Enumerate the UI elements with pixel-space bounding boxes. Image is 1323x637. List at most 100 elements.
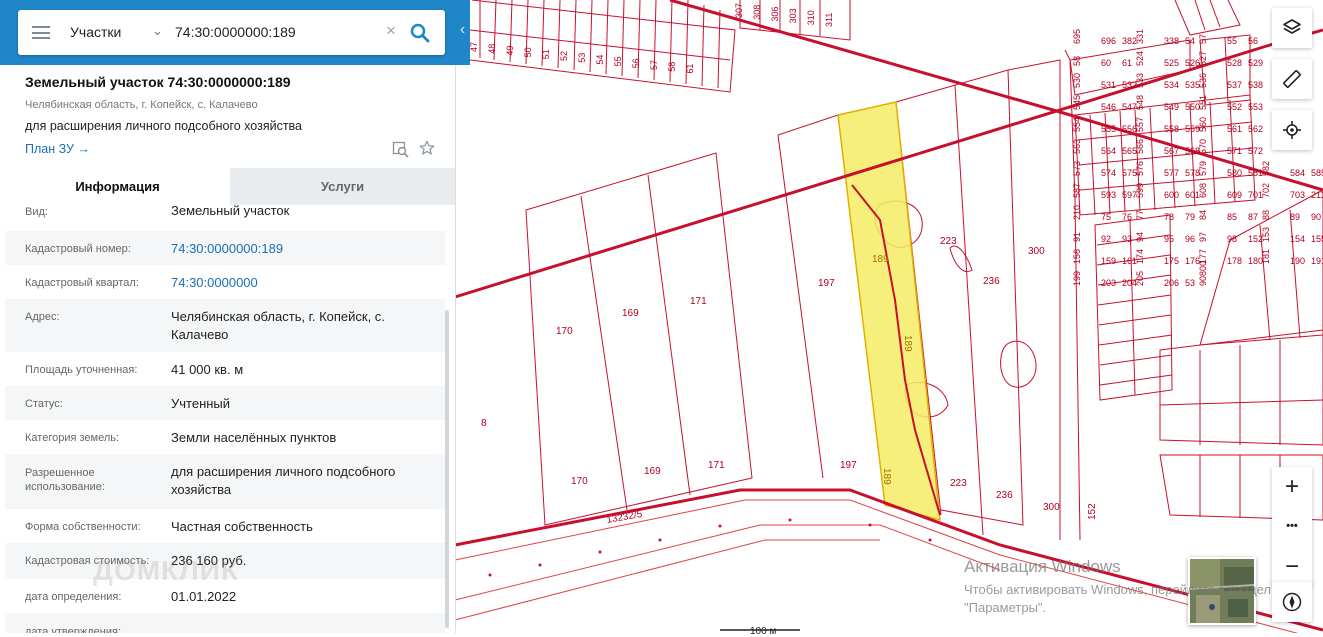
parcel-number: 558: [1164, 124, 1179, 134]
windows-activation-watermark: Активация Windows Чтобы активировать Win…: [964, 557, 1274, 617]
info-row: Статус: Учтенный: [5, 386, 445, 420]
zoom-in-button[interactable]: +: [1272, 467, 1312, 507]
parcel-number: 156: [1072, 249, 1082, 264]
parcel-number: 585: [1311, 168, 1323, 178]
parcel-number: 534: [1164, 80, 1179, 90]
parcel-number: 527: [1198, 51, 1208, 66]
parcel-number: 90: [1311, 212, 1321, 222]
info-row: Площадь уточненная: 41 000 кв. м: [5, 352, 445, 386]
parcel-number: 190: [1290, 256, 1305, 266]
zoom-out-button[interactable]: −: [1272, 547, 1312, 587]
parcel-label: 170: [556, 326, 573, 337]
parcel-number: 57: [1198, 34, 1208, 44]
info-label: Площадь уточненная:: [25, 364, 138, 376]
parcel-number: 153: [1261, 227, 1271, 242]
parcel-number: 181: [1261, 249, 1271, 264]
parcel-number: 154: [1290, 234, 1305, 244]
star-icon[interactable]: [418, 139, 436, 157]
parcel-number: 574: [1101, 168, 1116, 178]
parcel-number: 557: [1135, 117, 1145, 132]
parcel-use: для расширения личного подсобного хозяйс…: [25, 119, 303, 133]
parcel-number: 306: [770, 7, 780, 22]
parcel-number: 555: [1101, 124, 1116, 134]
parcel-number: 608: [1198, 183, 1208, 198]
parcel-number: 582: [1261, 161, 1271, 176]
info-row: Вид: Земельный участок: [5, 203, 445, 231]
locate-button[interactable]: [1272, 110, 1312, 150]
parcel-label: 8: [481, 418, 487, 429]
parcel-number: 695: [1072, 29, 1082, 44]
parcel-number: 546: [1101, 102, 1116, 112]
parcel-number: 58: [1072, 56, 1082, 66]
info-row: Разрешенное использование: для расширени…: [5, 454, 445, 509]
cadastral-number-link[interactable]: 74:30:0000000:189: [171, 240, 436, 258]
tab-services[interactable]: Услуги: [230, 168, 455, 205]
parcel-number: 553: [1248, 102, 1263, 112]
compass-button[interactable]: [1272, 582, 1312, 622]
search-input[interactable]: 74:30:0000000:189: [175, 24, 296, 40]
plan-link[interactable]: План ЗУ →: [25, 142, 90, 156]
parcel-number: 551: [1198, 95, 1208, 110]
parcel-number: 53: [577, 53, 587, 63]
parcel-label: 171: [708, 460, 725, 471]
parcel-number: 566: [1135, 139, 1145, 154]
panel-tabs: Информация Услуги: [5, 168, 455, 207]
parcel-number: 78: [1164, 212, 1174, 222]
info-row: Кадастровый квартал: 74:30:0000000: [5, 265, 445, 299]
info-value: для расширения личного подсобного хозяйс…: [171, 464, 396, 497]
parcel-number: 307: [734, 3, 744, 18]
parcel-label: 236: [983, 276, 1000, 287]
parcel-number: 571: [1227, 146, 1242, 156]
info-value: 41 000 кв. м: [171, 362, 244, 377]
parcel-number: 178: [1227, 256, 1242, 266]
parcel-info-panel: Земельный участок 74:30:0000000:189 Челя…: [5, 65, 456, 633]
ruler-icon: [1283, 70, 1301, 88]
parcel-number: 203: [1101, 278, 1116, 288]
cadastral-quarter-link[interactable]: 74:30:0000000: [171, 274, 436, 292]
activation-text: Чтобы активировать Windows, перейдите в …: [964, 582, 1271, 615]
parcel-label: 223: [950, 478, 967, 489]
parcel-number: 52: [559, 51, 569, 61]
layers-button[interactable]: [1272, 8, 1312, 48]
parcel-number: 572: [1248, 146, 1263, 156]
parcel-number: 97: [1198, 232, 1208, 242]
layer-select[interactable]: Участки: [70, 24, 121, 40]
zoom-controls: + ••• −: [1272, 467, 1312, 587]
ruler-button[interactable]: [1272, 59, 1312, 99]
menu-icon[interactable]: [32, 26, 50, 39]
parcel-number: 58: [667, 62, 677, 72]
parcel-label: 223: [940, 236, 957, 247]
compass-icon: [1282, 592, 1302, 612]
parcel-number: 563: [1072, 139, 1082, 154]
parcel-number: 89: [1290, 212, 1300, 222]
search-bar: Участки ⌄ 74:30:0000000:189 ×: [18, 10, 445, 55]
parcel-number: 303: [788, 8, 798, 23]
clear-icon[interactable]: ×: [386, 21, 396, 41]
parcel-number: 61: [1122, 58, 1132, 68]
parcel-number: 552: [1227, 102, 1242, 112]
parcel-number: 84: [1198, 210, 1208, 220]
info-label: Категория земель:: [25, 432, 120, 444]
parcel-number: 60: [1101, 58, 1111, 68]
info-label: Адрес:: [25, 311, 60, 323]
parcel-label: 152: [1087, 503, 1098, 520]
chevron-down-icon[interactable]: ⌄: [152, 23, 163, 39]
parcel-label: 300: [1043, 502, 1060, 513]
info-label: Статус:: [25, 398, 63, 410]
collapse-panel-icon[interactable]: ‹: [455, 21, 470, 45]
parcel-number: 174: [1135, 249, 1145, 264]
panel-scrollbar[interactable]: [445, 310, 449, 628]
parcel-number: 564: [1101, 146, 1116, 156]
parcel-number: 554: [1072, 117, 1082, 132]
zoom-to-parcel-icon[interactable]: [392, 141, 410, 159]
parcel-label: 170: [571, 476, 588, 487]
parcel-number: 580: [1227, 168, 1242, 178]
search-icon[interactable]: [408, 21, 432, 45]
parcel-number: 55: [1227, 36, 1237, 46]
parcel-number: 54: [1185, 36, 1195, 46]
parcel-number: 50: [523, 47, 533, 57]
parcel-number: 529: [1248, 58, 1263, 68]
more-button[interactable]: •••: [1272, 507, 1312, 547]
info-label: дата определения:: [25, 591, 122, 603]
parcel-number: 92: [1101, 234, 1111, 244]
